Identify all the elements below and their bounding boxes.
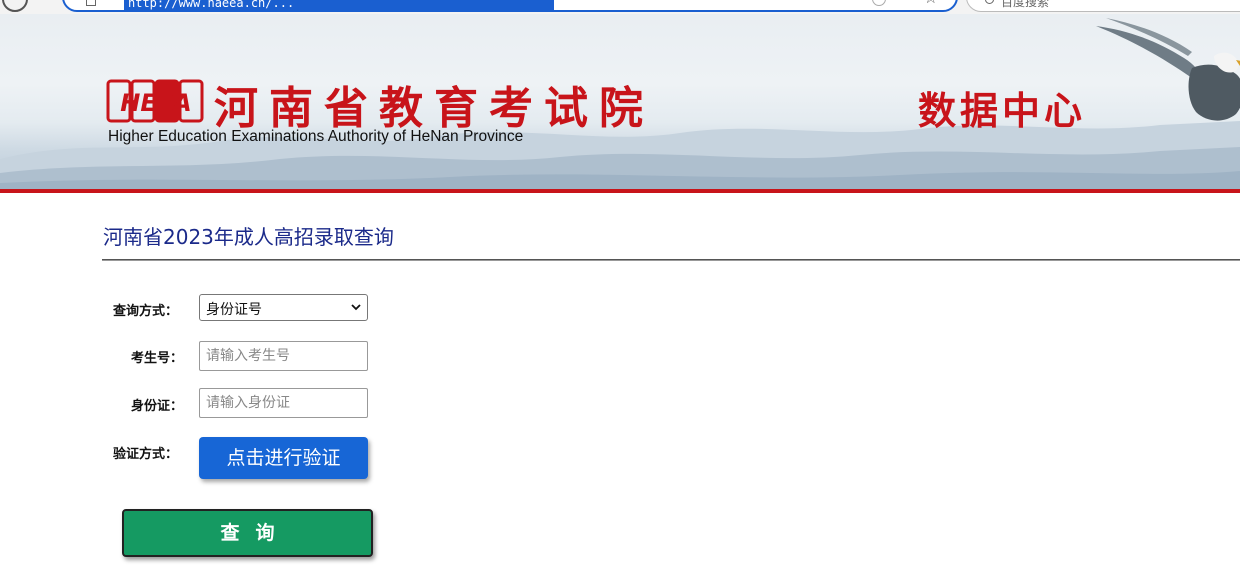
bookmark-star-icon[interactable]: ☆	[924, 0, 938, 7]
exam-number-label: 考生号：	[131, 351, 184, 366]
address-bar-url[interactable]: http://www.haeea.cn/...	[124, 0, 554, 10]
chevron-down-icon[interactable]	[351, 302, 361, 312]
reload-icon[interactable]	[2, 0, 28, 12]
page-info-icon[interactable]	[86, 0, 96, 6]
title-divider	[102, 259, 1240, 261]
logo-letters: HEEA	[120, 89, 191, 117]
section-heading: 数据中心	[918, 89, 1087, 133]
address-bar[interactable]: http://www.haeea.cn/... ☆	[62, 0, 958, 12]
eagle-icon	[1096, 18, 1240, 121]
site-title: 河南省教育考试院	[214, 83, 654, 134]
search-icon	[985, 0, 994, 4]
verify-method-label: 验证方式：	[113, 447, 179, 462]
reader-mode-icon[interactable]	[872, 0, 886, 6]
query-mode-select[interactable]: 身份证号	[199, 294, 368, 321]
browser-toolbar: http://www.haeea.cn/... ☆ 百度搜索	[0, 0, 1240, 14]
id-card-label: 身份证：	[131, 399, 184, 414]
query-mode-label: 查询方式：	[113, 304, 179, 319]
site-subtitle: Higher Education Examinations Authority …	[108, 128, 524, 145]
id-card-input[interactable]	[199, 388, 368, 418]
heea-logo-icon: HEEA	[106, 79, 204, 123]
query-mode-selected-value[interactable]: 身份证号	[206, 302, 262, 318]
exam-number-input[interactable]	[199, 341, 368, 371]
page-title: 河南省2023年成人高招录取查询	[103, 225, 394, 249]
browser-search-box[interactable]: 百度搜索	[966, 0, 1240, 12]
query-button[interactable]: 查询	[122, 509, 373, 557]
browser-search-placeholder: 百度搜索	[1001, 0, 1050, 9]
site-banner: HEEA 河南省教育考试院 Higher Education Examinati…	[0, 14, 1240, 189]
verify-button[interactable]: 点击进行验证	[199, 437, 368, 479]
banner-divider	[0, 189, 1240, 193]
